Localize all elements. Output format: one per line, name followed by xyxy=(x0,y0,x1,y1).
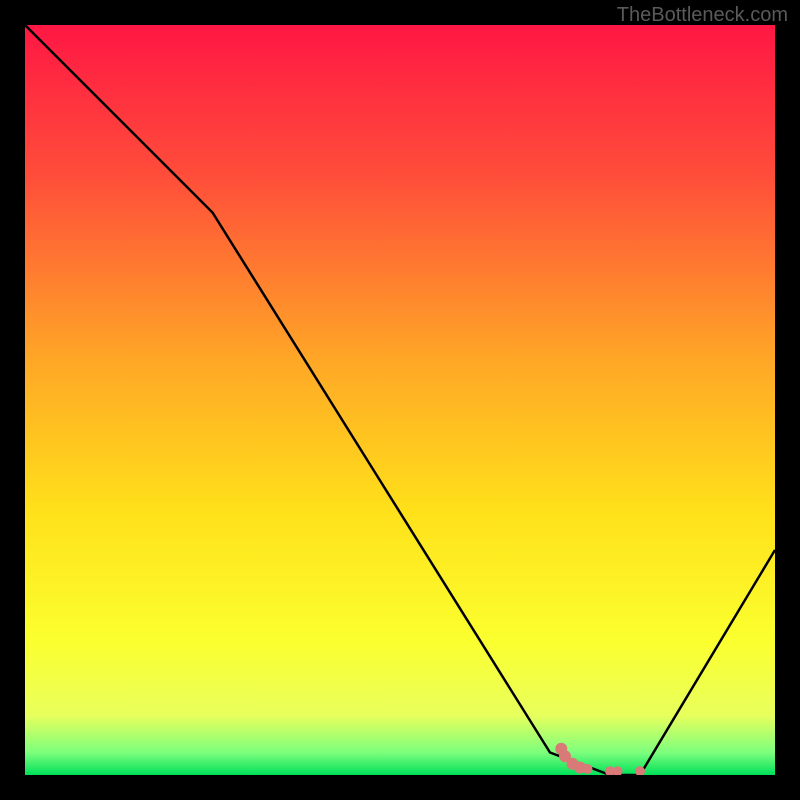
data-marker xyxy=(583,764,593,774)
bottleneck-line xyxy=(25,25,775,775)
chart-curve xyxy=(25,25,775,775)
plot-area xyxy=(25,25,775,775)
data-marker xyxy=(613,766,623,775)
watermark-text: TheBottleneck.com xyxy=(617,4,788,27)
